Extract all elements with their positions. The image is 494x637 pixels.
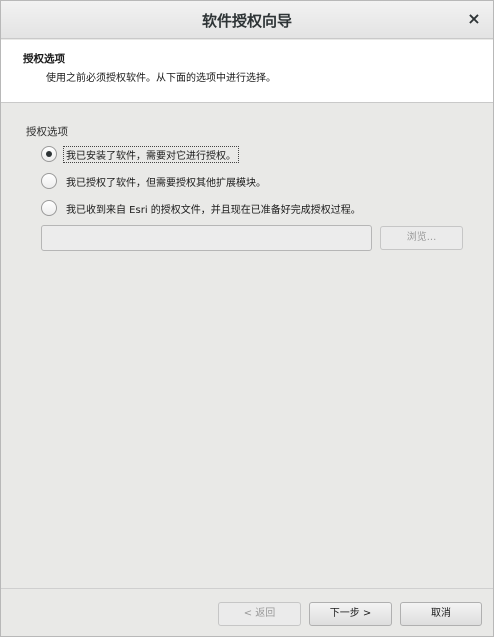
option-file-label[interactable]: 我已收到来自 Esri 的授权文件，并且现在已准备好完成授权过程。	[64, 201, 363, 216]
license-wizard-window: 软件授权向导 × 授权选项 使用之前必须授权软件。从下面的选项中进行选择。 授权…	[0, 0, 494, 637]
wizard-header: 授权选项 使用之前必须授权软件。从下面的选项中进行选择。	[1, 40, 493, 103]
option-extensions-radio[interactable]	[41, 173, 57, 189]
footer-divider	[1, 588, 493, 589]
option-file-radio[interactable]	[41, 200, 57, 216]
options-group-label: 授权选项	[26, 126, 68, 138]
cancel-button[interactable]: 取消	[400, 602, 482, 626]
option-install-label[interactable]: 我已安装了软件，需要对它进行授权。	[63, 146, 239, 163]
option-file-row[interactable]: 我已收到来自 Esri 的授权文件，并且现在已准备好完成授权过程。	[41, 200, 381, 218]
browse-button[interactable]: 浏览...	[380, 226, 463, 250]
title-bar: 软件授权向导 ×	[1, 1, 493, 39]
option-extensions-label[interactable]: 我已授权了软件，但需要授权其他扩展模块。	[64, 174, 268, 189]
back-button[interactable]: < 返回	[218, 602, 301, 626]
header-description: 使用之前必须授权软件。从下面的选项中进行选择。	[46, 73, 276, 84]
close-icon[interactable]: ×	[465, 9, 483, 29]
license-file-path-input[interactable]	[41, 225, 372, 251]
option-install-row[interactable]: 我已安装了软件，需要对它进行授权。	[41, 146, 261, 164]
option-install-radio[interactable]	[41, 146, 57, 162]
window-title: 软件授权向导	[201, 12, 292, 30]
next-button[interactable]: 下一步 >	[309, 602, 392, 626]
header-title: 授权选项	[23, 53, 65, 65]
option-extensions-row[interactable]: 我已授权了软件，但需要授权其他扩展模块。	[41, 173, 281, 191]
